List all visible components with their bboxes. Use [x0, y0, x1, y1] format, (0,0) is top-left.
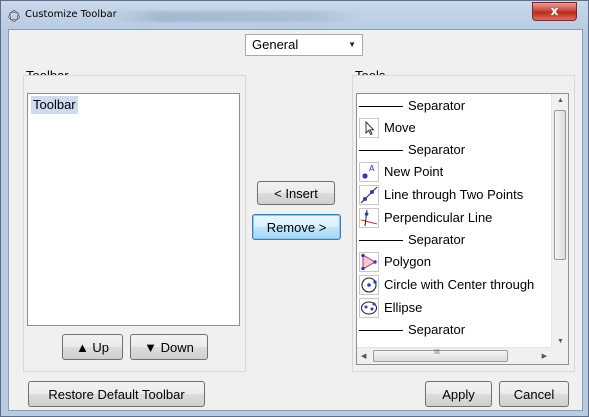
restore-default-button[interactable]: Restore Default Toolbar	[28, 381, 205, 407]
tools-list-item[interactable]: Ellipse	[357, 297, 557, 320]
toolbar-list[interactable]: Toolbar	[27, 93, 240, 326]
tools-list-item[interactable]: Move	[357, 117, 557, 140]
separator-line	[359, 240, 403, 241]
tools-list-item[interactable]: Circle with Center through	[357, 274, 557, 297]
tools-list-item[interactable]: Perpendicular Line	[357, 207, 557, 230]
tool-label: Polygon	[384, 254, 431, 269]
move-arrow-icon	[359, 118, 379, 138]
insert-button[interactable]: < Insert	[257, 181, 335, 205]
tool-label: Perpendicular Line	[384, 210, 493, 225]
separator-label: Separator	[408, 98, 466, 113]
chevron-down-icon: ▼	[348, 40, 356, 49]
apply-button[interactable]: Apply	[425, 381, 492, 407]
dialog-content: General ▼ Toolbar Toolbar ▲ Up ▼ Down < …	[8, 29, 583, 411]
tool-label: Line through Two Points	[384, 187, 524, 202]
title-ghost-text	[111, 11, 361, 22]
tool-label: New Point	[384, 164, 444, 179]
new-point-icon: A	[359, 162, 379, 182]
cancel-button[interactable]: Cancel	[499, 381, 569, 407]
perpendicular-line-icon	[359, 208, 379, 228]
separator-line	[359, 330, 403, 331]
tools-list[interactable]: Separator Ellipse Circle with Center throu…	[356, 93, 569, 365]
tools-list-separator[interactable]: Separator	[357, 140, 557, 160]
title-bar[interactable]: Customize Toolbar x	[1, 1, 588, 29]
category-dropdown[interactable]: General ▼	[245, 34, 363, 56]
category-selected: General	[252, 37, 299, 52]
tools-list-separator[interactable]: Separator	[357, 96, 557, 116]
vertical-scroll-thumb[interactable]	[554, 110, 566, 260]
separator-line	[359, 106, 403, 107]
scroll-grip: III	[434, 349, 440, 356]
tools-list-item[interactable]: Polygon	[357, 251, 557, 274]
remove-button[interactable]: Remove >	[252, 214, 341, 240]
tools-list-separator[interactable]: Separator	[357, 230, 557, 250]
toolbar-list-item[interactable]: Toolbar	[31, 96, 78, 114]
separator-label: Separator	[408, 142, 466, 157]
up-button[interactable]: ▲ Up	[62, 334, 123, 360]
ellipse-icon	[359, 298, 379, 318]
separator-label: Separator	[408, 322, 466, 337]
close-icon: x	[550, 4, 559, 18]
dialog-window: Customize Toolbar x General ▼ Toolbar To…	[0, 0, 589, 417]
line-icon	[359, 185, 379, 205]
tool-label: Move	[384, 120, 416, 135]
tools-list-separator[interactable]: Separator	[357, 320, 557, 340]
separator-label: Separator	[408, 232, 466, 247]
app-icon	[8, 10, 20, 22]
tools-vertical-scrollbar[interactable]: ▲ ▼	[551, 94, 568, 347]
tools-list-item[interactable]: A New Point	[357, 161, 557, 184]
tool-label: Circle with Center through	[384, 277, 535, 292]
polygon-icon	[359, 252, 379, 272]
circle-icon	[359, 275, 379, 295]
horizontal-scroll-thumb[interactable]: III	[373, 349, 508, 362]
scroll-up-icon[interactable]: ▲	[557, 97, 564, 104]
scroll-corner	[551, 347, 568, 364]
down-button[interactable]: ▼ Down	[130, 334, 208, 360]
scroll-left-icon[interactable]: ◀	[361, 352, 366, 360]
tool-label: Ellipse	[384, 300, 423, 315]
tools-list-item[interactable]: Line through Two Points	[357, 184, 557, 207]
tools-horizontal-scrollbar[interactable]: ◀ III ▶	[357, 347, 551, 364]
scroll-down-icon[interactable]: ▼	[557, 338, 564, 345]
close-button[interactable]: x	[532, 2, 577, 21]
window-title: Customize Toolbar	[25, 9, 117, 20]
separator-line	[359, 150, 403, 151]
svg-text:A: A	[369, 164, 375, 173]
scroll-right-icon[interactable]: ▶	[542, 352, 547, 360]
